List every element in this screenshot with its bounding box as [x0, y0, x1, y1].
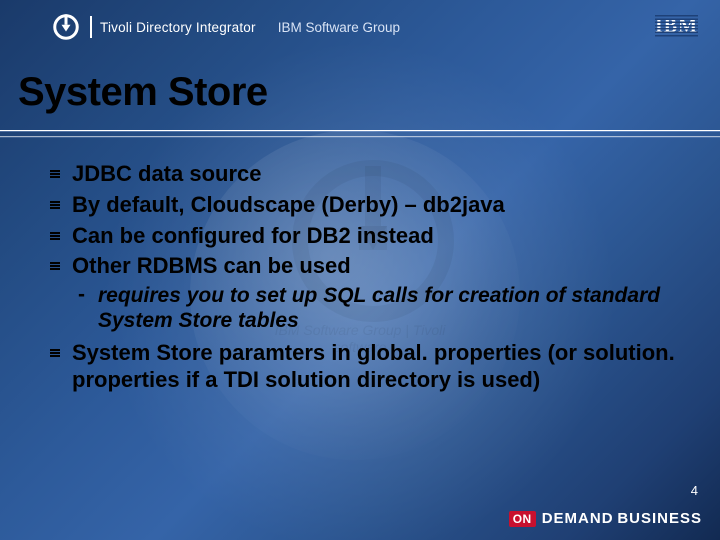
- title-rule-top: [0, 130, 720, 131]
- sub-bullet-list: requires you to set up SQL calls for cre…: [72, 284, 700, 334]
- slide-title: System Store: [18, 70, 720, 115]
- bullet-item: JDBC data source: [50, 161, 700, 188]
- product-name: Tivoli Directory Integrator: [100, 20, 256, 35]
- slide: IBM Software Group | Tivoli software Tiv…: [0, 0, 720, 540]
- bullet-item: Other RDBMS can be used requires you to …: [50, 253, 700, 333]
- group-name: IBM Software Group: [278, 20, 400, 35]
- tagline-demand: DEMAND: [542, 510, 614, 527]
- header-bar: Tivoli Directory Integrator IBM Software…: [0, 0, 720, 54]
- page-number: 4: [691, 483, 698, 498]
- ibm-logo: IBM: [655, 15, 698, 38]
- footer-brand: ON DEMAND BUSINESS: [509, 510, 702, 528]
- sub-bullet-item: requires you to set up SQL calls for cre…: [72, 284, 700, 334]
- on-badge: ON: [509, 511, 536, 527]
- bullet-text: Other RDBMS can be used: [72, 253, 351, 278]
- bullet-item: Can be configured for DB2 instead: [50, 223, 700, 250]
- tagline: DEMAND BUSINESS: [542, 510, 702, 528]
- bullet-item: System Store paramters in global. proper…: [50, 340, 700, 394]
- bullet-list: JDBC data source By default, Cloudscape …: [50, 161, 700, 394]
- tivoli-icon: [50, 11, 82, 43]
- tagline-business: BUSINESS: [617, 510, 702, 527]
- content-area: JDBC data source By default, Cloudscape …: [50, 161, 700, 394]
- title-rule-bottom: [0, 136, 720, 137]
- title-block: System Store: [0, 70, 720, 115]
- bullet-item: By default, Cloudscape (Derby) – db2java: [50, 192, 700, 219]
- header-divider: [90, 16, 92, 38]
